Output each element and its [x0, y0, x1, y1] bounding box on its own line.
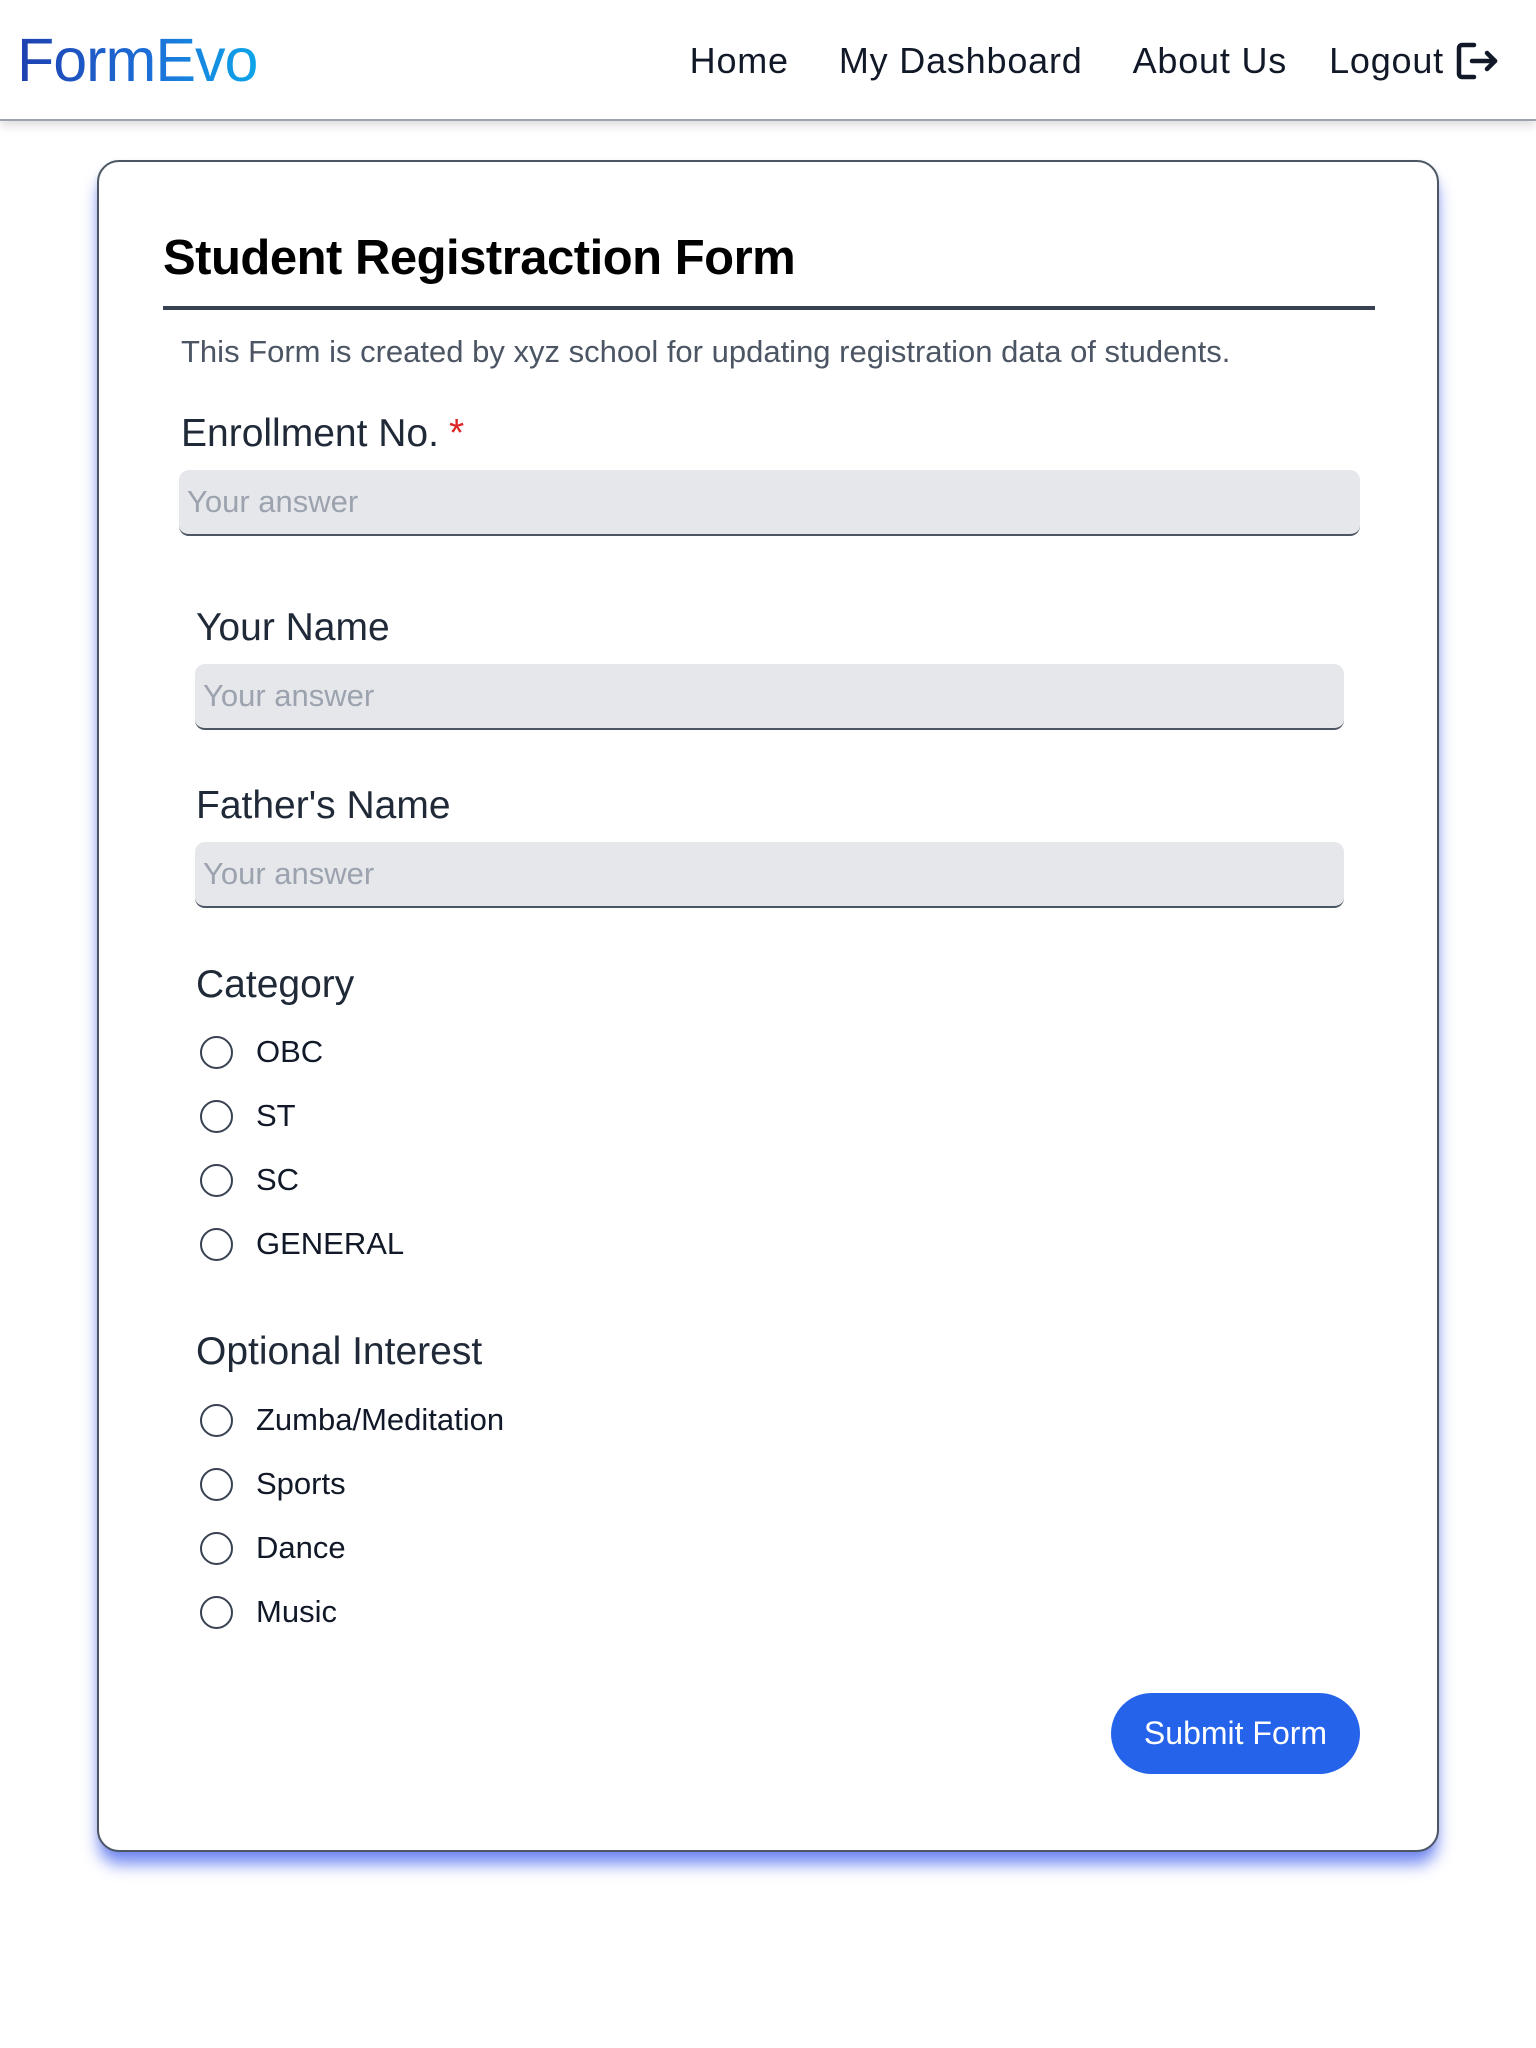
- radio-label: Zumba/Meditation: [256, 1402, 505, 1437]
- father-name-label: Father's Name: [196, 784, 451, 827]
- top-navbar: FormEvo Home My Dashboard About Us Logou…: [0, 0, 1536, 121]
- radio-button[interactable]: [200, 1227, 233, 1261]
- radio-button[interactable]: [200, 1163, 233, 1197]
- category-option-st[interactable]: ST: [200, 1092, 296, 1140]
- radio-label: ST: [256, 1098, 296, 1133]
- interest-option-zumba[interactable]: Zumba/Meditation: [200, 1396, 504, 1444]
- category-option-general[interactable]: GENERAL: [200, 1220, 404, 1268]
- interest-option-music[interactable]: Music: [200, 1588, 337, 1636]
- enrollment-label-text: Enrollment No.: [181, 412, 439, 455]
- title-divider: [163, 306, 1375, 310]
- optional-interest-label: Optional Interest: [196, 1330, 483, 1373]
- radio-label: OBC: [256, 1034, 324, 1069]
- submit-form-button[interactable]: Submit Form: [1111, 1693, 1360, 1774]
- required-asterisk: *: [448, 412, 465, 455]
- nav-about-link[interactable]: About Us: [1133, 40, 1287, 82]
- form-description: This Form is created by xyz school for u…: [181, 334, 1231, 369]
- category-option-sc[interactable]: SC: [200, 1156, 299, 1204]
- interest-option-sports[interactable]: Sports: [200, 1460, 346, 1508]
- category-option-obc[interactable]: OBC: [200, 1028, 323, 1076]
- radio-label: Music: [256, 1594, 337, 1629]
- radio-button[interactable]: [200, 1099, 233, 1133]
- category-label: Category: [196, 963, 355, 1006]
- enrollment-label: Enrollment No. *: [181, 410, 464, 458]
- radio-button[interactable]: [200, 1531, 233, 1565]
- logout-label: Logout: [1329, 39, 1444, 81]
- radio-button[interactable]: [200, 1403, 233, 1437]
- enrollment-input[interactable]: [179, 470, 1360, 536]
- radio-label: SC: [256, 1162, 300, 1197]
- radio-label: Sports: [256, 1466, 346, 1501]
- logout-button[interactable]: Logout: [1329, 40, 1500, 82]
- radio-button[interactable]: [200, 1035, 233, 1069]
- name-input[interactable]: [195, 664, 1344, 730]
- radio-button[interactable]: [200, 1467, 233, 1501]
- brand-logo[interactable]: FormEvo: [17, 24, 258, 96]
- nav-links: Home My Dashboard About Us Logout: [690, 0, 1500, 121]
- radio-label: Dance: [256, 1530, 346, 1565]
- registration-form-card: Student Registraction Form This Form is …: [97, 160, 1439, 1852]
- father-name-input[interactable]: [195, 842, 1344, 908]
- form-title: Student Registraction Form: [163, 231, 796, 285]
- name-label: Your Name: [196, 606, 390, 649]
- interest-option-dance[interactable]: Dance: [200, 1524, 346, 1572]
- radio-label: GENERAL: [256, 1226, 405, 1261]
- radio-button[interactable]: [200, 1595, 233, 1629]
- nav-dashboard-link[interactable]: My Dashboard: [839, 40, 1083, 82]
- nav-home-link[interactable]: Home: [690, 40, 789, 82]
- logout-icon: [1456, 41, 1500, 81]
